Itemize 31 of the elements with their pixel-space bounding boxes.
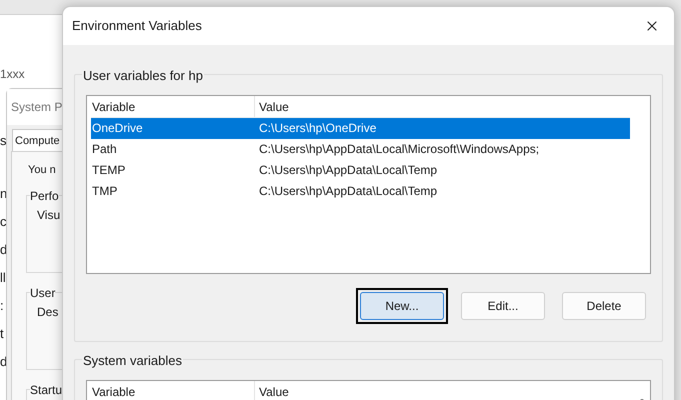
column-header[interactable]: Value	[255, 96, 630, 117]
variable-name: TEMP	[91, 162, 126, 179]
window-text: s	[0, 132, 6, 150]
window-text: :	[0, 298, 5, 315]
group-text: Visu	[37, 207, 60, 224]
dialog-button[interactable]: Delete	[562, 292, 646, 320]
dialog-button[interactable]: New...	[360, 292, 444, 320]
window-text: ll	[0, 270, 7, 287]
column-header[interactable]: Value	[255, 381, 630, 400]
column-header[interactable]: Variable	[91, 381, 255, 400]
list-row[interactable]: OneDrive C:\Users\hp\OneDrive	[91, 118, 630, 139]
window-text: c	[0, 214, 7, 231]
variable-value: C:\Users\hp\AppData\Local\Microsoft\WindowsApps;	[259, 141, 540, 158]
variable-value: C:\Users\hp\AppData\Local\Temp	[259, 183, 438, 200]
column-header[interactable]: Variable	[91, 96, 255, 117]
list-row[interactable]: TEMP C:\Users\hp\AppData\Local\Temp	[91, 160, 630, 181]
variable-value: C:\Users\hp\AppData\Local\Temp	[259, 162, 438, 179]
variable-value: C:\Users\hp\OneDrive	[259, 120, 376, 137]
variable-name: Path	[91, 141, 118, 158]
dialog-button[interactable]: Edit...	[461, 292, 545, 320]
window-title: Environment Variables	[72, 17, 202, 36]
variable-name: OneDrive	[91, 120, 144, 137]
list-row[interactable]: TMP C:\Users\hp\AppData\Local\Temp	[91, 181, 630, 202]
intro-text: You n	[28, 163, 56, 178]
group-text: Des	[37, 304, 58, 321]
window-text: t	[0, 326, 5, 343]
variable-name: TMP	[91, 183, 118, 200]
tab[interactable]: Compute	[12, 129, 63, 151]
list-row[interactable]: Path C:\Users\hp\AppData\Local\Microsoft\WindowsApps;	[91, 139, 630, 160]
window-text: 1xxx	[0, 66, 25, 83]
window-title: System P	[11, 99, 62, 116]
